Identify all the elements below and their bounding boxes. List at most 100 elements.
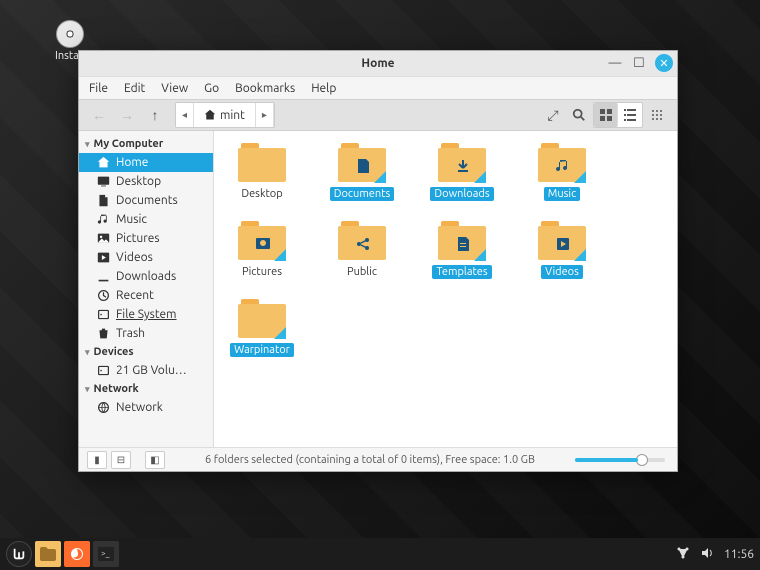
file-manager-window: Home — ☐ ✕ File Edit View Go Bookmarks H… — [78, 50, 678, 472]
folder-music[interactable]: Music — [524, 143, 600, 201]
folder-label: Public — [343, 265, 381, 279]
sidebar-item-trash[interactable]: Trash — [79, 324, 213, 343]
sidebar-header-network[interactable]: Network — [79, 380, 213, 398]
icon-view-button[interactable] — [594, 103, 618, 127]
close-button[interactable]: ✕ — [655, 54, 673, 72]
compact-view-button[interactable] — [645, 103, 669, 127]
sidebar-item-label: Downloads — [116, 270, 176, 283]
clock[interactable]: 11:56 — [724, 548, 754, 561]
sidebar-item-home[interactable]: Home — [79, 153, 213, 172]
folder-label: Pictures — [238, 265, 286, 279]
path-prev-button[interactable]: ◂ — [176, 103, 194, 127]
minimize-button[interactable]: — — [607, 55, 623, 71]
window-body: My Computer Home Desktop Documents Music Pic… — [79, 131, 677, 447]
folder-pictures[interactable]: Pictures — [224, 221, 300, 279]
folder-warpinator[interactable]: Warpinator — [224, 299, 300, 357]
zoom-slider[interactable] — [575, 458, 665, 462]
svg-text:>_: >_ — [101, 549, 110, 558]
volume-tray-icon[interactable] — [700, 546, 714, 563]
menu-bookmarks[interactable]: Bookmarks — [235, 82, 295, 95]
folder-icon — [238, 221, 286, 261]
compact-icon — [651, 109, 663, 121]
show-places-button[interactable]: ▮ — [87, 451, 107, 469]
start-menu-button[interactable] — [6, 541, 32, 567]
menu-edit[interactable]: Edit — [124, 82, 145, 95]
sidebar-item-pictures[interactable]: Pictures — [79, 229, 213, 248]
menu-file[interactable]: File — [89, 82, 108, 95]
folder-documents[interactable]: Documents — [324, 143, 400, 201]
sidebar-header-computer[interactable]: My Computer — [79, 135, 213, 153]
maximize-button[interactable]: ☐ — [631, 55, 647, 71]
folder-desktop[interactable]: Desktop — [224, 143, 300, 201]
home-icon — [204, 109, 216, 121]
sidebar-item-icon — [97, 251, 110, 264]
sidebar-item-desktop[interactable]: Desktop — [79, 172, 213, 191]
sidebar-item-file-system[interactable]: File System — [79, 305, 213, 324]
list-view-button[interactable] — [618, 103, 642, 127]
sidebar-item-music[interactable]: Music — [79, 210, 213, 229]
taskbar-firefox-button[interactable] — [64, 541, 90, 567]
folder-label: Templates — [432, 265, 491, 279]
path-crumb-home[interactable]: mint — [194, 103, 256, 127]
network-tray-icon[interactable] — [676, 546, 690, 563]
menu-help[interactable]: Help — [311, 82, 336, 95]
toolbar: ← → ↑ ◂ mint ▸ ⤢ — [79, 99, 677, 131]
folder-icon — [338, 221, 386, 261]
sidebar-item-recent[interactable]: Recent — [79, 286, 213, 305]
menu-view[interactable]: View — [161, 82, 188, 95]
sidebar-item-documents[interactable]: Documents — [79, 191, 213, 210]
window-title: Home — [361, 57, 394, 70]
statusbar: ▮ ⊟ ◧ 6 folders selected (containing a t… — [79, 447, 677, 471]
sidebar-item-downloads[interactable]: Downloads — [79, 267, 213, 286]
folder-icon — [338, 143, 386, 183]
show-tree-button[interactable]: ⊟ — [111, 451, 131, 469]
path-bar: ◂ mint ▸ — [175, 102, 275, 128]
sidebar-item-label: Pictures — [116, 232, 160, 245]
taskbar-files-button[interactable] — [35, 541, 61, 567]
folder-icon — [538, 143, 586, 183]
sidebar-item-label: Trash — [116, 327, 145, 340]
taskbar-terminal-button[interactable]: >_ — [93, 541, 119, 567]
sidebar-item-icon — [97, 232, 110, 245]
folder-icon — [40, 547, 56, 561]
back-button[interactable]: ← — [87, 103, 111, 127]
sidebar-item-label: Documents — [116, 194, 178, 207]
sidebar-item-label: Music — [116, 213, 147, 226]
folder-public[interactable]: Public — [324, 221, 400, 279]
menu-go[interactable]: Go — [204, 82, 219, 95]
sidebar-item-network[interactable]: Network — [79, 398, 213, 417]
close-sidebar-button[interactable]: ◧ — [145, 451, 165, 469]
folder-templates[interactable]: Templates — [424, 221, 500, 279]
sidebar-item-label: Network — [116, 401, 163, 414]
sidebar-item-label: 21 GB Volu… — [116, 364, 187, 377]
folder-label: Warpinator — [230, 343, 294, 357]
sidebar-item-videos[interactable]: Videos — [79, 248, 213, 267]
grid-icon — [600, 109, 612, 121]
sidebar-item-icon — [97, 401, 110, 414]
system-tray: 11:56 — [676, 546, 754, 563]
titlebar[interactable]: Home — ☐ ✕ — [79, 51, 677, 77]
sidebar-header-devices[interactable]: Devices — [79, 343, 213, 361]
folder-videos[interactable]: Videos — [524, 221, 600, 279]
folder-grid[interactable]: Desktop Documents Downloads Music Pictures Pu… — [214, 131, 677, 447]
folder-downloads[interactable]: Downloads — [424, 143, 500, 201]
menubar: File Edit View Go Bookmarks Help — [79, 77, 677, 99]
search-button[interactable] — [567, 103, 591, 127]
sidebar-item-icon — [97, 364, 110, 377]
sidebar-item-icon — [97, 270, 110, 283]
cd-icon — [56, 20, 84, 48]
zoom-thumb[interactable] — [636, 454, 648, 466]
sidebar: My Computer Home Desktop Documents Music Pic… — [79, 131, 214, 447]
sidebar-item-icon — [97, 289, 110, 302]
sidebar-item-label: Desktop — [116, 175, 161, 188]
status-text: 6 folders selected (containing a total o… — [169, 454, 571, 466]
terminal-icon: >_ — [98, 547, 114, 561]
sidebar-item-21-gb-volu-[interactable]: 21 GB Volu… — [79, 361, 213, 380]
folder-label: Downloads — [430, 187, 493, 201]
up-button[interactable]: ↑ — [143, 103, 167, 127]
toggle-location-button[interactable]: ⤢ — [541, 103, 565, 127]
path-next-button[interactable]: ▸ — [256, 103, 274, 127]
forward-button[interactable]: → — [115, 103, 139, 127]
mint-logo-icon — [12, 547, 26, 561]
view-switcher — [593, 102, 643, 128]
